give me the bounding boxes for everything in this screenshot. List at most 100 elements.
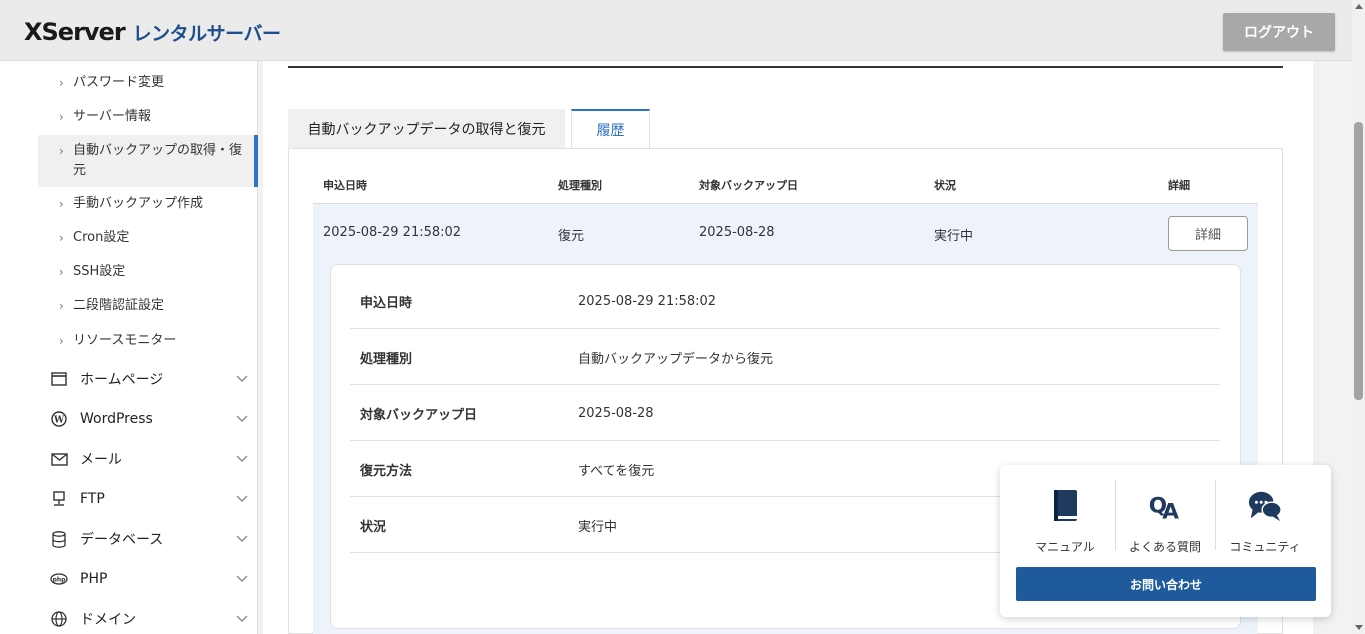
detail-value: 自動バックアップデータから復元 (578, 351, 774, 367)
detail-label: 対象バックアップ日 (360, 407, 478, 423)
column-header-date: 申込日時 (323, 179, 367, 192)
sidebar-section-label: ホームページ (80, 372, 164, 388)
sidebar-section-mail[interactable]: メール (38, 439, 258, 479)
detail-value: 実行中 (578, 519, 618, 535)
help-widget: マニュアル QA よくある質問 コミュニティ お問い合わせ (1000, 465, 1331, 617)
ftp-icon (50, 490, 68, 508)
sidebar-item-resource-monitor[interactable]: › リソースモニター (38, 331, 258, 351)
column-header-detail: 詳細 (1168, 179, 1190, 192)
svg-text:php: php (53, 577, 67, 584)
sidebar-section-database[interactable]: データベース (38, 519, 258, 559)
page-scrollbar[interactable] (1352, 0, 1365, 634)
chevron-down-icon (236, 612, 248, 626)
sidebar-section-wordpress[interactable]: W WordPress (38, 399, 258, 439)
row-date: 2025-08-29 21:58:02 (323, 225, 462, 240)
sidebar-section-label: FTP (80, 491, 105, 507)
chevron-down-icon (236, 572, 248, 586)
detail-row-backup-date: 対象バックアップ日 2025-08-28 (350, 385, 1220, 441)
detail-value: 2025-08-29 21:58:02 (578, 293, 717, 309)
sidebar-section-label: WordPress (80, 411, 153, 427)
row-type: 復元 (558, 229, 585, 244)
sidebar-section-ftp[interactable]: FTP (38, 479, 258, 519)
book-icon (1047, 488, 1083, 524)
sidebar-section-homepage[interactable]: ホームページ (38, 359, 258, 399)
sidebar-item-label: 自動バックアップの取得・復元 (73, 143, 243, 178)
browser-window-icon (50, 370, 68, 388)
detail-row-date: 申込日時 2025-08-29 21:58:02 (350, 273, 1220, 329)
scroll-down-arrow-icon[interactable] (1355, 625, 1363, 630)
help-item-community[interactable]: コミュニティ (1215, 480, 1315, 555)
chevron-right-icon: › (59, 299, 64, 313)
detail-row-type: 処理種別 自動バックアップデータから復元 (350, 329, 1220, 385)
section-divider (288, 66, 1283, 68)
chevron-down-icon (236, 412, 248, 426)
row-backup-date: 2025-08-28 (699, 225, 775, 240)
sidebar-item-label: リソースモニター (73, 333, 177, 348)
top-header: XServer レンタルサーバー ログアウト (0, 0, 1352, 61)
chevron-right-icon: › (59, 334, 64, 348)
chevron-down-icon (236, 372, 248, 386)
chevron-right-icon: › (59, 144, 64, 158)
help-item-label: マニュアル (1035, 540, 1095, 554)
chevron-right-icon: › (59, 110, 64, 124)
scroll-up-arrow-icon[interactable] (1355, 4, 1363, 9)
column-header-type: 処理種別 (558, 179, 602, 192)
scrollbar-thumb[interactable] (1354, 122, 1363, 400)
logout-button[interactable]: ログアウト (1223, 13, 1335, 51)
qa-icon: QA (1147, 488, 1183, 524)
mail-icon (50, 450, 68, 468)
detail-value: 2025-08-28 (578, 405, 654, 421)
sidebar-item-label: SSH設定 (73, 264, 126, 279)
column-header-backup-date: 対象バックアップ日 (699, 179, 798, 192)
detail-label: 申込日時 (360, 295, 413, 311)
sidebar-section-label: メール (80, 452, 122, 468)
chevron-down-icon (236, 452, 248, 466)
sidebar-item-two-factor[interactable]: › 二段階認証設定 (38, 296, 258, 316)
help-item-faq[interactable]: QA よくある質問 (1115, 480, 1215, 555)
contact-button[interactable]: お問い合わせ (1016, 567, 1316, 601)
svg-text:W: W (53, 416, 65, 426)
detail-button[interactable]: 詳細 (1168, 216, 1248, 251)
help-item-manual[interactable]: マニュアル (1015, 480, 1115, 555)
sidebar-item-password-change[interactable]: › パスワード変更 (38, 73, 258, 93)
sidebar-section-label: PHP (80, 571, 108, 587)
sidebar-item-ssh[interactable]: › SSH設定 (38, 262, 258, 282)
chevron-down-icon (236, 492, 248, 506)
chevron-right-icon: › (59, 231, 64, 245)
globe-icon (50, 610, 68, 628)
database-icon (50, 530, 68, 548)
sidebar-section-label: データベース (80, 532, 164, 548)
php-icon: php (50, 570, 68, 588)
chevron-right-icon: › (59, 265, 64, 279)
sidebar-item-label: 二段階認証設定 (73, 298, 165, 313)
wordpress-icon: W (50, 410, 68, 428)
sidebar-item-cron[interactable]: › Cron設定 (38, 228, 258, 248)
svg-text:A: A (1162, 500, 1179, 523)
help-item-label: よくある質問 (1128, 540, 1201, 554)
sidebar-section-label: ドメイン (80, 612, 136, 628)
sidebar-item-manual-backup[interactable]: › 手動バックアップ作成 (38, 194, 258, 214)
tab-history[interactable]: 履歴 (571, 109, 650, 149)
sidebar-item-label: パスワード変更 (73, 75, 165, 90)
chevron-right-icon: › (59, 76, 64, 90)
detail-value: すべてを復元 (578, 463, 655, 479)
sidebar-item-label: 手動バックアップ作成 (73, 196, 204, 211)
sidebar-section-php[interactable]: php PHP (38, 559, 258, 599)
row-status: 実行中 (934, 229, 974, 244)
chevron-down-icon (236, 532, 248, 546)
chevron-right-icon: › (59, 197, 64, 211)
sidebar-item-auto-backup[interactable]: › 自動バックアップの取得・復元 (38, 135, 258, 187)
detail-label: 復元方法 (360, 463, 413, 479)
xserver-logo[interactable]: XServer レンタルサーバー (24, 18, 281, 46)
sidebar-section-domain[interactable]: ドメイン (38, 599, 258, 634)
chat-bubbles-icon (1247, 488, 1283, 524)
sidebar-item-label: サーバー情報 (73, 109, 151, 124)
help-item-label: コミュニティ (1229, 540, 1301, 554)
tab-backup-restore[interactable]: 自動バックアップデータの取得と復元 (288, 109, 565, 149)
detail-label: 状況 (360, 519, 387, 535)
sidebar-item-server-info[interactable]: › サーバー情報 (38, 107, 258, 127)
logo-main-text: XServer (24, 18, 126, 46)
column-header-status: 状況 (934, 179, 956, 192)
sidebar-item-label: Cron設定 (73, 230, 130, 245)
detail-label: 処理種別 (360, 351, 413, 367)
